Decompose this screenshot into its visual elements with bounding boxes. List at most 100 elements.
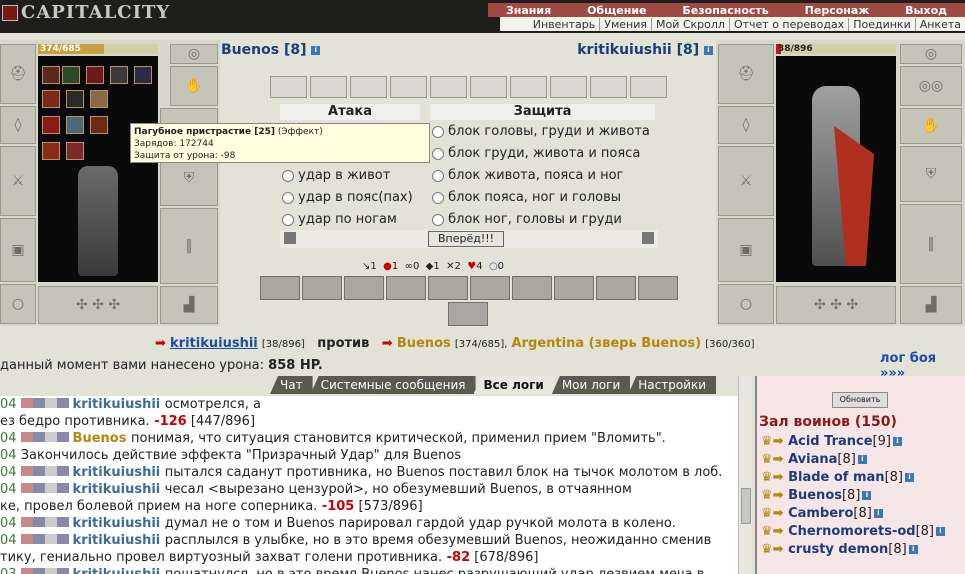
pet-link[interactable]: Argentina (зверь Buenos) (512, 336, 702, 351)
helmet-slot[interactable]: ⛑ (718, 44, 774, 104)
ring-slot[interactable]: ◎ (900, 44, 962, 64)
effect-icon[interactable] (66, 116, 84, 134)
attack-option[interactable]: удар по ногам (282, 212, 397, 228)
tab-settings[interactable]: Настройки (628, 376, 717, 394)
scroll-slot[interactable] (510, 76, 547, 98)
armor-slot[interactable]: ▣ (718, 218, 774, 282)
info-icon[interactable]: i (904, 473, 914, 482)
scroll-slot[interactable] (350, 76, 387, 98)
shield-slot[interactable]: ⛨ (900, 146, 962, 202)
attack-option[interactable]: удар в живот (282, 168, 390, 184)
warrior-name[interactable]: Aviana (788, 452, 837, 467)
skill-button[interactable] (386, 276, 426, 300)
skill-button[interactable] (260, 276, 300, 300)
info-icon[interactable]: i (704, 45, 713, 55)
log-actor[interactable]: kritikuiushii (73, 516, 165, 531)
skill-button[interactable] (512, 276, 552, 300)
info-icon[interactable]: i (311, 45, 321, 55)
warrior-name[interactable]: Chernomorets-od (788, 524, 916, 539)
logo[interactable]: CAPITALCITY (2, 2, 170, 30)
warrior-item[interactable]: ♛➡ crusty demon[8] i (761, 542, 918, 557)
player-link[interactable]: Buenos (397, 336, 451, 351)
warrior-item[interactable]: ♛➡ Cambero[8] i (761, 506, 883, 521)
warrior-item[interactable]: ♛➡ Acid Trance[9] i (761, 434, 902, 449)
scroll-slot[interactable] (470, 76, 507, 98)
belt-slot[interactable]: ○ (0, 284, 36, 324)
radio-button[interactable] (282, 169, 294, 182)
warrior-name[interactable]: crusty demon (788, 542, 888, 557)
scroll-slot[interactable] (630, 76, 667, 98)
player-name-header[interactable]: Buenos [8] i (221, 42, 321, 58)
leggings-slot[interactable]: ‖ (160, 208, 218, 284)
info-icon[interactable]: i (857, 455, 867, 464)
scroll-slot[interactable] (310, 76, 347, 98)
scroll-slot[interactable] (390, 76, 427, 98)
nav-duels[interactable]: Поединки (848, 17, 915, 31)
effect-icon[interactable] (66, 142, 84, 160)
tab-all-logs[interactable]: Все логи (473, 376, 554, 394)
scroll-slot[interactable] (590, 76, 627, 98)
log-actor[interactable]: Buenos (73, 431, 131, 446)
nav-communication[interactable]: Общение (587, 4, 646, 17)
leggings-slot[interactable]: ‖ (900, 204, 962, 284)
cancel-icon[interactable] (284, 232, 296, 244)
helmet-slot[interactable]: ⛑ (0, 44, 36, 104)
effect-icon[interactable] (134, 66, 152, 84)
defense-option[interactable]: блок груди, живота и пояса (432, 146, 640, 162)
warrior-name[interactable]: Buenos (788, 488, 842, 503)
amulet-slot[interactable]: ◊ (718, 106, 774, 144)
nav-skills[interactable]: Умения (599, 17, 651, 31)
effect-icon[interactable] (90, 90, 108, 108)
nav-character[interactable]: Персонаж (805, 4, 870, 17)
scrollbar-thumb[interactable] (741, 488, 751, 524)
gloves-slot[interactable]: ✋ (900, 108, 962, 144)
defense-option[interactable]: блок живота, пояса и ног (432, 168, 623, 184)
defense-option[interactable]: блок пояса, ног и головы (432, 190, 621, 206)
log-actor[interactable]: kritikuiushii (73, 465, 165, 480)
tab-system-messages[interactable]: Системные сообщения (310, 376, 476, 394)
skill-button[interactable] (596, 276, 636, 300)
defense-option[interactable]: блок головы, груди и живота (432, 124, 650, 140)
radio-button[interactable] (432, 169, 444, 182)
gloves-slot[interactable]: ✋ (170, 66, 218, 106)
forward-button[interactable]: Вперёд!!! (428, 231, 504, 247)
effect-icon[interactable] (42, 66, 60, 84)
log-actor[interactable]: kritikuiushii (73, 397, 165, 412)
opponent-name-header[interactable]: kritikuiushii [8] i (577, 42, 713, 58)
skill-button[interactable] (470, 276, 510, 300)
skill-button[interactable] (302, 276, 342, 300)
effect-icon[interactable] (66, 90, 84, 108)
nav-security[interactable]: Безопасность (682, 4, 768, 17)
radio-button[interactable] (432, 213, 444, 226)
radio-button[interactable] (282, 213, 294, 226)
info-icon[interactable]: i (908, 545, 918, 554)
refresh-icon[interactable] (642, 232, 654, 244)
warrior-name[interactable]: Acid Trance (788, 434, 872, 449)
warrior-name[interactable]: Cambero (788, 506, 853, 521)
radio-button[interactable] (432, 147, 444, 160)
warrior-item[interactable]: ♛➡ Blade of man[8] i (761, 470, 914, 485)
rings-slot[interactable]: ◎◎ (900, 66, 962, 106)
skill-button[interactable] (448, 302, 488, 326)
defense-option[interactable]: блок ног, головы и груди (432, 212, 622, 228)
skill-button[interactable] (554, 276, 594, 300)
warrior-item[interactable]: ♛➡ Chernomorets-od[8] i (761, 524, 945, 539)
boots-slot[interactable]: ▟ (160, 286, 218, 324)
nav-exit[interactable]: Выход (905, 4, 947, 17)
tab-chat[interactable]: Чат (270, 376, 313, 394)
skill-button[interactable] (344, 276, 384, 300)
ring-slot[interactable]: ◎ (170, 44, 218, 64)
weapon-slot[interactable]: ⚔ (718, 146, 774, 216)
weapon-slot[interactable]: ⚔ (0, 146, 36, 216)
radio-button[interactable] (432, 125, 444, 138)
scroll-slot[interactable] (550, 76, 587, 98)
refresh-button[interactable]: Обновить (832, 392, 888, 408)
nav-transfer-report[interactable]: Отчет о переводах (728, 17, 848, 31)
effect-icon[interactable] (90, 116, 108, 134)
log-actor[interactable]: kritikuiushii (73, 567, 165, 574)
belt-slot[interactable]: ○ (718, 284, 774, 324)
radio-button[interactable] (282, 191, 294, 204)
nav-my-scroll[interactable]: Мой Скролл (650, 17, 729, 31)
nav-inventory[interactable]: Инвентарь (529, 18, 599, 31)
info-icon[interactable]: i (862, 491, 872, 500)
